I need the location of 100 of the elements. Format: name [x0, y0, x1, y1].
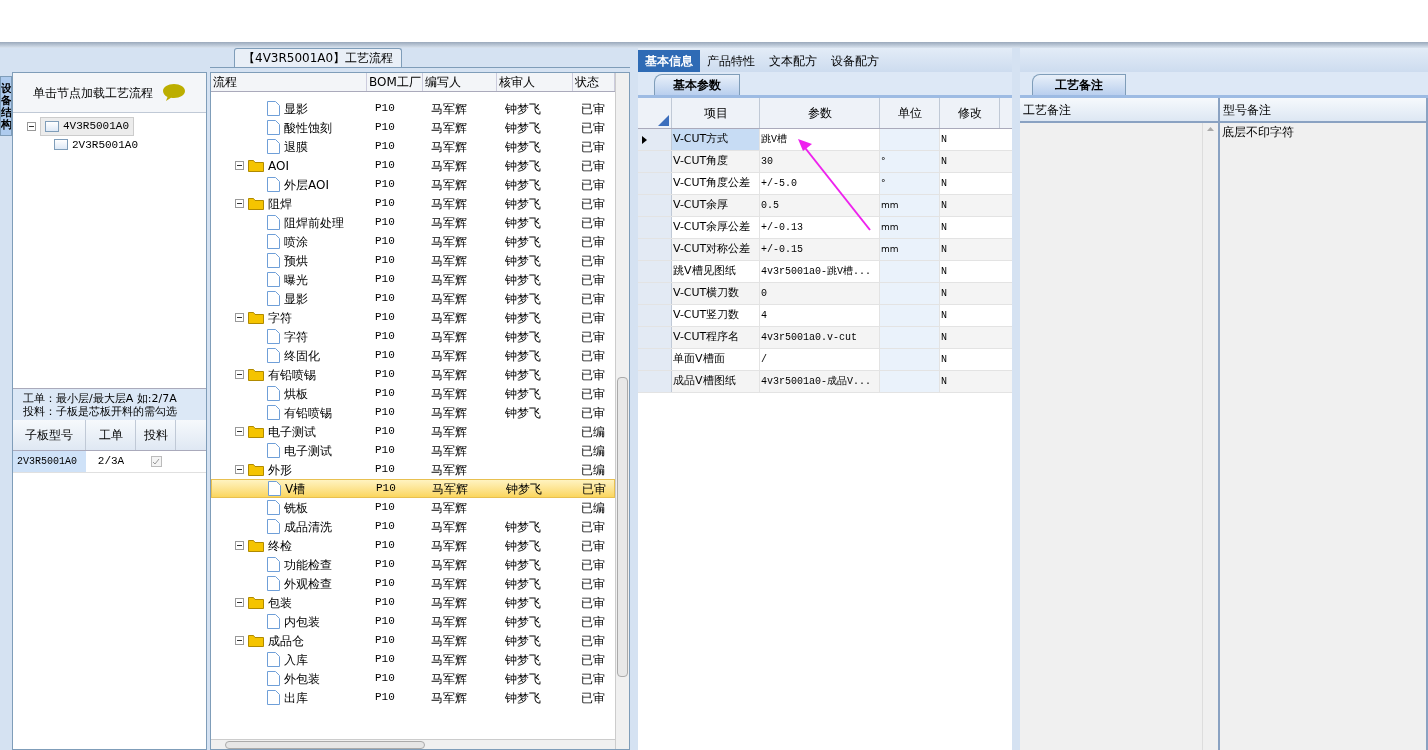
flow-row[interactable]: 终固化 P10 马军辉 钟梦飞 已审	[211, 346, 615, 365]
subtab[interactable]: 工艺备注	[1032, 74, 1126, 95]
column-header[interactable]: 流程	[211, 73, 367, 91]
reviewer-cell: 钟梦飞	[505, 101, 541, 116]
tree-node[interactable]: 4V3R5001A0	[40, 117, 134, 136]
tab[interactable]: 文本配方	[762, 50, 824, 72]
flow-row[interactable]: V槽 P10 马军辉 钟梦飞 已审	[211, 479, 615, 498]
writer-cell: 马军辉	[431, 557, 467, 572]
table-cell	[880, 371, 940, 392]
flow-row[interactable]: 曝光 P10 马军辉 钟梦飞 已审	[211, 270, 615, 289]
factory-cell-text: P10	[374, 272, 396, 288]
step-name: 电子测试	[284, 442, 332, 460]
param-row[interactable]: V-CUT竖刀数 4 N	[638, 305, 1012, 327]
flow-row[interactable]: 入库 P10 马军辉 钟梦飞 已审	[211, 650, 615, 669]
collapse-toggle[interactable]	[235, 199, 244, 208]
flow-row[interactable]: AOI P10 马军辉 钟梦飞 已审	[211, 156, 615, 175]
tree-node[interactable]: 2V3R5001A0	[49, 135, 143, 154]
flow-row[interactable]: 显影 P10 马军辉 钟梦飞 已审	[211, 99, 615, 118]
flow-row[interactable]: 字符 P10 马军辉 钟梦飞 已审	[211, 308, 615, 327]
flow-row[interactable]: 字符 P10 马军辉 钟梦飞 已审	[211, 327, 615, 346]
flow-row[interactable]: 成品仓 P10 马军辉 钟梦飞 已审	[211, 631, 615, 650]
param-row[interactable]: 跳V槽见图纸 4v3r5001a0-跳V槽... N	[638, 261, 1012, 283]
folder-icon	[248, 596, 264, 609]
collapse-toggle[interactable]	[235, 427, 244, 436]
column-header[interactable]: 项目	[672, 98, 760, 128]
scrollbar-thumb[interactable]	[617, 377, 628, 677]
param-row[interactable]: V-CUT余厚公差 +/-0.13 mm N	[638, 217, 1012, 239]
param-row[interactable]: V-CUT程序名 4v3r5001a0.v-cut N	[638, 327, 1012, 349]
status-cell-text: 已审	[580, 290, 605, 308]
column-header[interactable]: 子板型号	[13, 420, 86, 450]
flow-row[interactable]: 电子测试 P10 马军辉 已编	[211, 422, 615, 441]
step-name: 外形	[268, 461, 292, 479]
scrollbar-thumb[interactable]	[225, 740, 425, 749]
subtab[interactable]: 基本参数	[654, 74, 740, 95]
flow-row[interactable]: 烘板 P10 马军辉 钟梦飞 已审	[211, 384, 615, 403]
flow-row[interactable]: 外包装 P10 马军辉 钟梦飞 已审	[211, 669, 615, 688]
flow-row[interactable]: 酸性蚀刻 P10 马军辉 钟梦飞 已审	[211, 118, 615, 137]
column-header[interactable]: 参数	[760, 98, 880, 128]
flow-row[interactable]: 阻焊前处理 P10 马军辉 钟梦飞 已审	[211, 213, 615, 232]
flow-row[interactable]: 有铅喷锡 P10 马军辉 钟梦飞 已审	[211, 403, 615, 422]
scroll-up-icon[interactable]	[1207, 127, 1214, 131]
step-name: 字符	[284, 328, 308, 346]
step-name: 内包装	[284, 613, 320, 631]
row-header[interactable]	[638, 129, 672, 150]
flow-row[interactable]: 阻焊 P10 马军辉 钟梦飞 已审	[211, 194, 615, 213]
column-header[interactable]: 投料	[136, 420, 176, 450]
param-row[interactable]: V-CUT角度 30 ° N	[638, 151, 1012, 173]
checkbox[interactable]	[150, 456, 162, 467]
reviewer-cell: 钟梦飞	[505, 196, 541, 211]
column-header[interactable]: 核审人	[497, 73, 573, 91]
flow-row[interactable]: 退膜 P10 马军辉 钟梦飞 已审	[211, 137, 615, 156]
document-icon	[267, 386, 280, 401]
flow-row[interactable]: 成品清洗 P10 马军辉 钟梦飞 已审	[211, 517, 615, 536]
flow-row[interactable]: 喷涂 P10 马军辉 钟梦飞 已审	[211, 232, 615, 251]
column-header[interactable]: 单位	[880, 98, 940, 128]
factory-cell-text: P10	[374, 196, 396, 212]
collapse-toggle[interactable]	[27, 121, 36, 131]
table-cell: V-CUT竖刀数	[672, 305, 760, 326]
param-row[interactable]: 成品V槽图纸 4v3r5001a0-成品V... N	[638, 371, 1012, 393]
flow-row[interactable]: 电子测试 P10 马军辉 已编	[211, 441, 615, 460]
param-row[interactable]: V-CUT方式 跳V槽 N	[638, 129, 1012, 151]
flow-row[interactable]: 铣板 P10 马军辉 已编	[211, 498, 615, 517]
column-header[interactable]: 修改	[940, 98, 1000, 128]
status-cell-text: 已审	[580, 328, 605, 346]
column-header[interactable]: 工单	[86, 420, 136, 450]
flow-row[interactable]: 外观检查 P10 马军辉 钟梦飞 已审	[211, 574, 615, 593]
writer-cell: 马军辉	[431, 614, 467, 629]
collapse-toggle[interactable]	[235, 370, 244, 379]
flow-row[interactable]: 有铅喷锡 P10 马军辉 钟梦飞 已审	[211, 365, 615, 384]
document-icon	[267, 405, 280, 420]
param-row[interactable]: V-CUT余厚 0.5 mm N	[638, 195, 1012, 217]
flow-row[interactable]: 显影 P10 马军辉 钟梦飞 已审	[211, 289, 615, 308]
collapse-toggle[interactable]	[235, 161, 244, 170]
flow-row[interactable]: 内包装 P10 马军辉 钟梦飞 已审	[211, 612, 615, 631]
flow-row[interactable]: 功能检查 P10 马军辉 钟梦飞 已审	[211, 555, 615, 574]
tab[interactable]: 基本信息	[638, 50, 700, 72]
collapse-toggle[interactable]	[235, 465, 244, 474]
flow-row[interactable]: 外形 P10 马军辉 已编	[211, 460, 615, 479]
param-row[interactable]: V-CUT横刀数 0 N	[638, 283, 1012, 305]
factory-cell-text: P10	[374, 424, 396, 440]
writer-cell: 马军辉	[431, 424, 467, 439]
column-header[interactable]: 编写人	[423, 73, 497, 91]
status-cell-text: 已审	[580, 385, 605, 403]
collapse-toggle[interactable]	[235, 636, 244, 645]
param-row[interactable]: V-CUT角度公差 +/-5.0 ° N	[638, 173, 1012, 195]
flow-row[interactable]: 外层AOI P10 马军辉 钟梦飞 已审	[211, 175, 615, 194]
param-row[interactable]: 单面V槽面 / N	[638, 349, 1012, 371]
flow-row[interactable]: 预烘 P10 马军辉 钟梦飞 已审	[211, 251, 615, 270]
flow-row[interactable]: 出库 P10 马军辉 钟梦飞 已审	[211, 688, 615, 707]
column-header[interactable]: BOM工厂	[367, 73, 423, 91]
folder-icon	[248, 368, 264, 381]
status-cell-text: 已审	[580, 347, 605, 365]
flow-row[interactable]: 包装 P10 马军辉 钟梦飞 已审	[211, 593, 615, 612]
collapse-toggle[interactable]	[235, 598, 244, 607]
collapse-toggle[interactable]	[235, 541, 244, 550]
tab[interactable]: 产品特性	[700, 50, 762, 72]
param-row[interactable]: V-CUT对称公差 +/-0.15 mm N	[638, 239, 1012, 261]
tab[interactable]: 设备配方	[824, 50, 886, 72]
collapse-toggle[interactable]	[235, 313, 244, 322]
flow-row[interactable]: 终检 P10 马军辉 钟梦飞 已审	[211, 536, 615, 555]
